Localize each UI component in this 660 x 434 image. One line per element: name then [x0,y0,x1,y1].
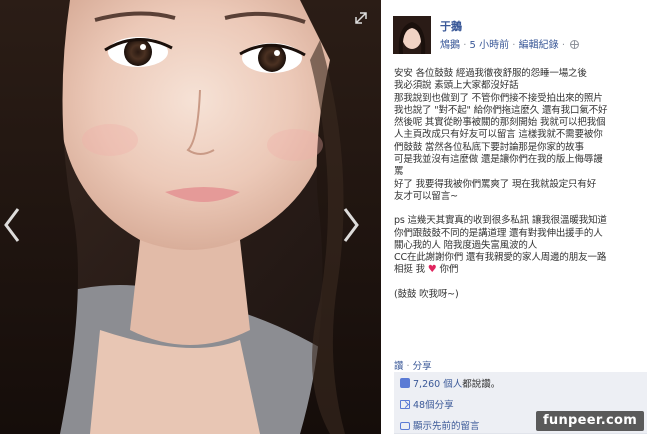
comment-icon [400,422,410,430]
caption-line: 人主頁改成只有好友可以留言 這樣我就不需要被你 [394,129,603,141]
thumbs-up-icon [400,378,410,388]
heart-icon: ♥ [427,264,437,276]
expand-icon[interactable] [354,11,368,25]
post-caption: 安安 各位鼓鼓 經過我徹夜舒服的怨睡一場之後 我必須說 素頭上大家都沒好話 那我… [394,68,652,301]
timestamp-link[interactable]: 5 小時前 [470,40,510,51]
chevron-right-icon[interactable] [339,205,363,245]
photo-viewer [0,0,381,434]
caption-line: ps 這幾天其實真的收到很多私訊 讓我很溫暖我知道 [394,215,607,227]
caption-line: 我必須說 素頭上大家都沒好話 [394,80,519,92]
caption-line: 罵 [394,166,404,178]
post-meta: 鴆鵝 · 5 小時前 · 編輯紀錄 · [440,36,580,51]
caption-line: 相挺 我 ♥ 你們 [394,264,652,276]
photo [0,0,381,434]
post-panel: 于鵝 鴆鵝 · 5 小時前 · 編輯紀錄 · 安安 各位鼓鼓 經過我徹夜舒服的怨… [381,0,660,434]
edit-history-link[interactable]: 編輯紀錄 [519,40,559,51]
like-link[interactable]: 讚 [394,361,404,372]
chevron-left-icon[interactable] [0,205,24,245]
view-previous-comments-link[interactable]: 顯示先前的留言 [413,421,480,432]
author-name[interactable]: 于鵝 [440,18,462,34]
caption-line: 好了 我要得我被你們罵爽了 現在我就設定只有好 [394,178,597,190]
post-header: 于鵝 鴆鵝 · 5 小時前 · 編輯紀錄 · [393,14,653,56]
likes-row: 7,260 個人都說讚。 [394,372,660,392]
caption-line: 那我說到也做到了 不管你們接不接受拍出來的照片 [394,92,603,104]
post-actions: 讚 · 分享 [394,361,432,372]
caption-line: CC在此謝謝你們 還有我親愛的家人周邊的朋友一路 [394,252,607,264]
share-icon [400,400,410,409]
shares-row: 48個分享 [394,393,660,413]
caption-fragment: 相挺 我 [394,264,425,276]
caption-line: 然後呢 其實從盼事被關的那刻開始 我就可以把我個 [394,117,606,129]
globe-icon[interactable] [570,40,580,49]
avatar-image [393,16,431,54]
caption-line: (鼓鼓 吹我呀~) [394,288,459,300]
likes-suffix: 都說讚。 [462,379,501,390]
caption-line: 們鼓鼓 當然各位私底下要討論那是你家的故事 [394,141,584,153]
share-link[interactable]: 分享 [413,361,432,372]
caption-line: 關心我的人 陪我度過失富風波的人 [394,239,538,251]
likes-people-link[interactable]: 個人 [443,379,462,390]
caption-line: 安安 各位鼓鼓 經過我徹夜舒服的怨睡一場之後 [394,68,587,79]
caption-line: 友才可以留言~ [394,190,458,202]
author-sub-link[interactable]: 鴆鵝 [440,40,460,51]
caption-line: 我也說了 "對不起" 給你們拖這麼久 還有我口氣不好 [394,104,608,116]
avatar[interactable] [393,16,431,54]
caption-line: 可是我並沒有這麼做 還是讓你們在我的版上侮辱謾 [394,154,603,166]
caption-fragment: 你們 [439,264,459,276]
likes-count-link[interactable]: 7,260 [413,379,440,390]
caption-line: 你們跟鼓鼓不同的是講道理 還有對我伸出援手的人 [394,227,603,239]
watermark: funpeer.com [536,411,644,431]
shares-link[interactable]: 48個分享 [413,400,454,411]
